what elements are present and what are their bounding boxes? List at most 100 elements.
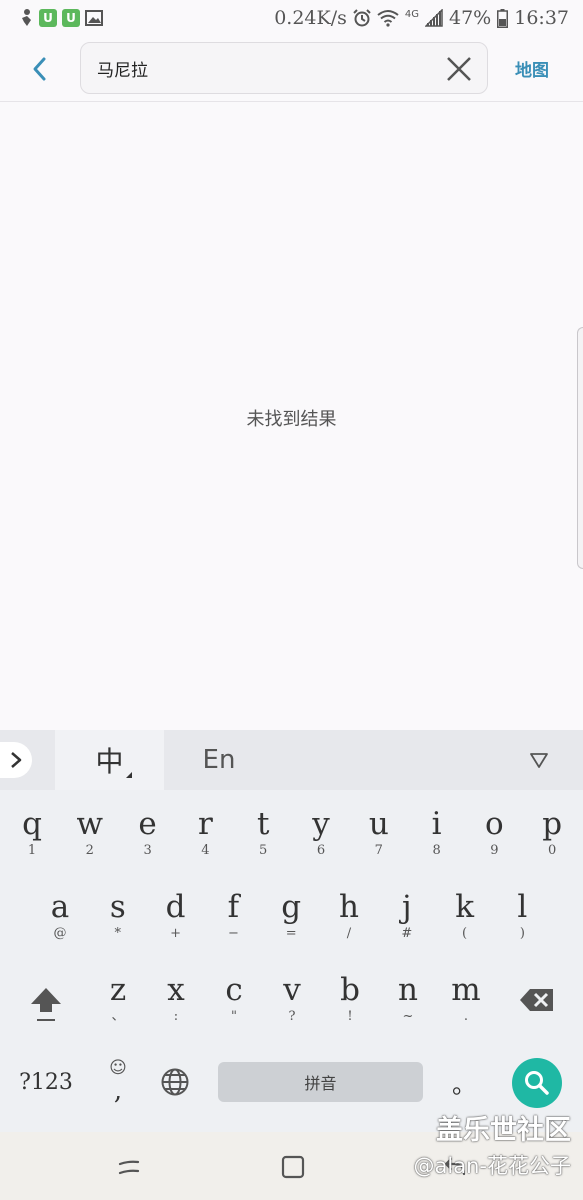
language-key[interactable] [155, 1062, 195, 1102]
network-speed: 0.24K/s [274, 7, 347, 29]
key-c[interactable]: c " [209, 968, 259, 1032]
key-secondary: 9 [490, 843, 499, 858]
key-secondary: 7 [374, 843, 383, 858]
key-secondary: ( [462, 926, 468, 941]
watermark-title: 盖乐世社区 [436, 1115, 571, 1146]
map-button[interactable]: 地图 [508, 56, 556, 82]
key-y[interactable]: y6 [296, 802, 346, 866]
key-secondary: 6 [316, 843, 326, 858]
key-letter: a [50, 889, 70, 925]
key-w[interactable]: w2 [65, 802, 115, 866]
keyboard-expand-button[interactable] [0, 742, 32, 778]
close-icon [447, 57, 471, 81]
key-letter: o [485, 806, 504, 842]
key-f[interactable]: f − [208, 885, 258, 949]
key-p[interactable]: p0 [527, 802, 577, 866]
battery-percent: 47% [449, 7, 492, 29]
emoji-comma-key[interactable]: ☺ , [98, 1052, 138, 1112]
keyboard: q1w2e3r4t5y6u7i8o9p0 a @ s * d + f − g = h / j # k(l) … [0, 790, 583, 1132]
key-letter: r [197, 806, 213, 842]
network-type: 4G [404, 8, 419, 20]
key-q[interactable]: q1 [7, 802, 57, 866]
recents-button[interactable] [114, 1152, 144, 1182]
key-l[interactable]: l) [497, 885, 547, 949]
key-secondary: ~ [402, 1009, 414, 1024]
key-i[interactable]: i8 [412, 802, 462, 866]
search-key[interactable] [512, 1058, 562, 1108]
key-s[interactable]: s * [93, 885, 143, 949]
key-j[interactable]: j # [382, 885, 432, 949]
key-a[interactable]: a @ [35, 885, 85, 949]
period-key[interactable]: 。 [444, 1062, 484, 1102]
status-right: 0.24K/s 4G 47% 16:37 [274, 7, 569, 29]
key-t[interactable]: t5 [238, 802, 288, 866]
key-x[interactable]: x: [151, 968, 201, 1032]
key-secondary: 5 [259, 843, 268, 858]
keyboard-collapse-button[interactable] [524, 746, 554, 774]
search-box[interactable] [80, 42, 488, 94]
key-secondary: − [227, 926, 239, 941]
key-letter: i [431, 806, 442, 842]
key-r[interactable]: r4 [180, 802, 230, 866]
key-secondary: ) [519, 926, 525, 941]
key-secondary: / [346, 926, 352, 941]
home-button[interactable] [278, 1152, 308, 1182]
tab-chinese[interactable]: 中 [55, 730, 164, 790]
emoji-icon: ☺ [109, 1058, 127, 1078]
chevron-left-icon [33, 57, 46, 81]
key-v[interactable]: v? [267, 968, 317, 1032]
wifi-icon [377, 9, 399, 27]
key-letter: f [227, 889, 240, 925]
watermark-author: @alan-花花公子 [413, 1154, 571, 1178]
key-letter: d [165, 889, 186, 925]
back-button[interactable] [22, 51, 58, 87]
key-secondary: # [401, 926, 413, 941]
key-secondary: : [173, 1009, 179, 1024]
key-k[interactable]: k( [440, 885, 490, 949]
key-o[interactable]: o9 [469, 802, 519, 866]
key-secondary: + [170, 926, 182, 941]
key-letter: e [138, 806, 157, 842]
key-u[interactable]: u7 [354, 802, 404, 866]
corner-indicator-icon [126, 772, 132, 778]
key-secondary: ? [288, 1009, 296, 1024]
key-letter: w [76, 806, 104, 842]
alarm-icon [353, 9, 371, 27]
key-letter: p [542, 806, 563, 842]
key-letter: q [22, 806, 42, 842]
symbols-key[interactable]: ?123 [10, 1062, 82, 1102]
key-z[interactable]: z、 [93, 968, 143, 1032]
shift-key[interactable] [22, 980, 70, 1028]
key-letter: b [340, 972, 360, 1008]
clear-search-button[interactable] [445, 55, 473, 83]
key-secondary: 2 [85, 843, 94, 858]
backspace-key[interactable] [512, 980, 562, 1020]
app-badge-icon: U [62, 9, 80, 27]
key-d[interactable]: d + [151, 885, 201, 949]
search-input[interactable] [97, 53, 427, 83]
key-secondary: 4 [201, 843, 210, 858]
space-key[interactable]: 拼音 [218, 1062, 423, 1102]
key-m[interactable]: m. [441, 968, 491, 1032]
key-n[interactable]: n ~ [383, 968, 433, 1032]
key-h[interactable]: h / [324, 885, 374, 949]
key-g[interactable]: g = [266, 885, 316, 949]
key-letter: c [225, 972, 243, 1008]
key-e[interactable]: e3 [123, 802, 173, 866]
signal-icon [425, 9, 443, 27]
keyboard-toolbar: 中 En [0, 730, 583, 790]
search-header: 地图 [0, 36, 583, 102]
key-b[interactable]: b! [325, 968, 375, 1032]
key-letter: y [312, 806, 330, 842]
key-letter: x [167, 972, 185, 1008]
edge-panel-handle[interactable] [577, 327, 583, 569]
triangle-down-icon [530, 753, 548, 768]
key-secondary: " [231, 1009, 237, 1024]
key-letter: l [517, 889, 528, 925]
battery-icon [497, 8, 509, 28]
status-bar: U U 0.24K/s 4G 47% 16:37 [0, 0, 583, 36]
key-letter: g [281, 889, 302, 925]
tab-english[interactable]: En [164, 730, 274, 790]
home-icon [281, 1155, 305, 1179]
key-letter: j [401, 889, 412, 925]
